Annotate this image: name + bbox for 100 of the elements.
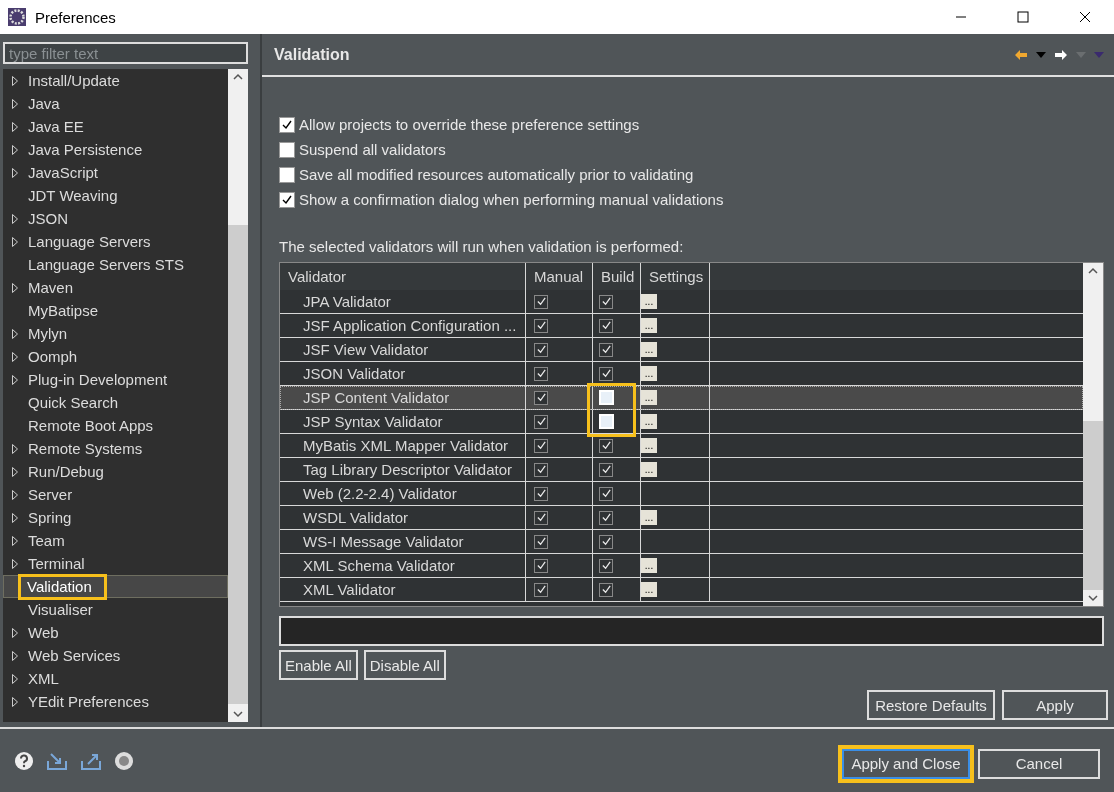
tree-item[interactable]: JSON — [3, 207, 228, 230]
checkbox[interactable] — [599, 534, 613, 549]
table-row[interactable]: JSF Application Configuration ... ... — [280, 314, 1083, 338]
checkbox[interactable] — [534, 366, 548, 381]
tree-item[interactable]: Remote Boot Apps — [3, 414, 228, 437]
checkbox[interactable] — [534, 558, 548, 573]
import-icon[interactable] — [46, 750, 68, 771]
tree-item[interactable]: Run/Debug — [3, 460, 228, 483]
table-row[interactable]: JSF View Validator ... — [280, 338, 1083, 362]
table-button[interactable]: Disable All — [363, 650, 446, 680]
tree-item[interactable]: Web — [3, 621, 228, 644]
tree-item[interactable]: Maven — [3, 276, 228, 299]
expand-arrow-icon[interactable] — [11, 327, 19, 340]
checkbox-label[interactable]: Allow projects to override these preference settings — [299, 116, 640, 133]
checkbox[interactable] — [534, 342, 548, 357]
settings-button[interactable]: ... — [641, 342, 657, 357]
expand-arrow-icon[interactable] — [11, 350, 19, 363]
help-icon[interactable] — [14, 750, 34, 771]
settings-button[interactable]: ... — [641, 294, 657, 309]
tree-item[interactable]: Language Servers — [3, 230, 228, 253]
expand-arrow-icon[interactable] — [11, 695, 19, 708]
tree-item[interactable]: Oomph — [3, 345, 228, 368]
column-header[interactable]: Build — [593, 263, 641, 290]
checkbox[interactable] — [534, 318, 548, 333]
table-row[interactable]: Tag Library Descriptor Validator ... — [280, 458, 1083, 482]
filter-field[interactable]: type filter text — [3, 42, 248, 64]
checkbox[interactable] — [599, 318, 613, 333]
checkbox[interactable] — [534, 462, 548, 477]
checkbox[interactable] — [599, 510, 613, 525]
expand-arrow-icon[interactable] — [11, 166, 19, 179]
table-row[interactable]: WS-I Message Validator — [280, 530, 1083, 554]
expand-arrow-icon[interactable] — [11, 465, 19, 478]
table-row[interactable]: JSP Content Validator ... — [280, 386, 1083, 410]
checkbox-label[interactable]: Suspend all validators — [299, 141, 446, 158]
tree-item[interactable]: Terminal — [3, 552, 228, 575]
apply-button[interactable]: Apply — [1002, 690, 1108, 720]
checkbox[interactable] — [599, 366, 613, 381]
tree-item[interactable]: YEdit Preferences — [3, 690, 228, 713]
checkbox[interactable] — [599, 582, 613, 597]
cancel-button[interactable]: Cancel — [978, 748, 1100, 779]
expand-arrow-icon[interactable] — [11, 212, 19, 225]
tree-item[interactable]: MyBatipse — [3, 299, 228, 322]
tree-item[interactable]: Java EE — [3, 115, 228, 138]
settings-button[interactable]: ... — [641, 558, 657, 573]
settings-button[interactable]: ... — [641, 390, 657, 405]
restore-defaults-button[interactable]: Restore Defaults — [867, 690, 995, 720]
tree-item[interactable]: Spring — [3, 506, 228, 529]
scrollbar[interactable] — [228, 69, 248, 722]
tree-item[interactable]: XML — [3, 667, 228, 690]
column-header[interactable]: Validator — [280, 263, 526, 290]
expand-arrow-icon[interactable] — [11, 649, 19, 662]
settings-button[interactable]: ... — [641, 414, 657, 429]
tree-item[interactable]: Visualiser — [3, 598, 228, 621]
scroll-down-icon[interactable] — [232, 710, 244, 718]
checkbox[interactable] — [279, 191, 295, 208]
expand-arrow-icon[interactable] — [11, 235, 19, 248]
table-row[interactable]: XML Validator ... — [280, 578, 1083, 602]
dropdown-icon[interactable] — [1036, 51, 1046, 58]
tree-item[interactable]: Team — [3, 529, 228, 552]
checkbox[interactable] — [599, 558, 613, 573]
tree-item[interactable]: Server — [3, 483, 228, 506]
tree-item[interactable]: Web Services — [3, 644, 228, 667]
scroll-up-icon[interactable] — [1087, 267, 1099, 275]
checkbox[interactable] — [534, 438, 548, 453]
checkbox[interactable] — [599, 462, 613, 477]
table-row[interactable]: XML Schema Validator ... — [280, 554, 1083, 578]
expand-arrow-icon[interactable] — [11, 511, 19, 524]
table-button[interactable]: Enable All — [279, 650, 358, 680]
table-row[interactable]: WSDL Validator ... — [280, 506, 1083, 530]
checkbox[interactable] — [599, 438, 613, 453]
close-icon[interactable] — [1079, 11, 1091, 23]
tree-item[interactable]: Remote Systems — [3, 437, 228, 460]
expand-arrow-icon[interactable] — [11, 672, 19, 685]
checkbox[interactable] — [534, 414, 548, 429]
table-row[interactable]: JPA Validator ... — [280, 290, 1083, 314]
expand-arrow-icon[interactable] — [11, 74, 19, 87]
settings-button[interactable]: ... — [641, 366, 657, 381]
tree-item[interactable]: Java — [3, 92, 228, 115]
checkbox-label[interactable]: Save all modified resources automatically prior to validating — [299, 166, 694, 183]
checkbox[interactable] — [534, 294, 548, 309]
settings-button[interactable]: ... — [641, 318, 657, 333]
checkbox[interactable] — [534, 582, 548, 597]
checkbox[interactable] — [599, 342, 613, 357]
table-row[interactable]: JSP Syntax Validator ... — [280, 410, 1083, 434]
expand-arrow-icon[interactable] — [11, 120, 19, 133]
expand-arrow-icon[interactable] — [11, 442, 19, 455]
settings-button[interactable]: ... — [641, 438, 657, 453]
scrollbar[interactable] — [1083, 263, 1103, 606]
checkbox[interactable] — [279, 141, 295, 158]
table-row[interactable]: MyBatis XML Mapper Validator ... — [280, 434, 1083, 458]
scroll-down-icon[interactable] — [1087, 594, 1099, 602]
checkbox[interactable] — [279, 116, 295, 133]
table-row[interactable]: Web (2.2-2.4) Validator — [280, 482, 1083, 506]
tree-item[interactable]: Validation — [3, 575, 228, 598]
forward-arrow-icon[interactable] — [1054, 48, 1068, 61]
checkbox[interactable] — [599, 294, 613, 309]
maximize-icon[interactable] — [1017, 11, 1029, 23]
tree-item[interactable]: Plug-in Development — [3, 368, 228, 391]
checkbox[interactable] — [534, 510, 548, 525]
expand-arrow-icon[interactable] — [11, 281, 19, 294]
